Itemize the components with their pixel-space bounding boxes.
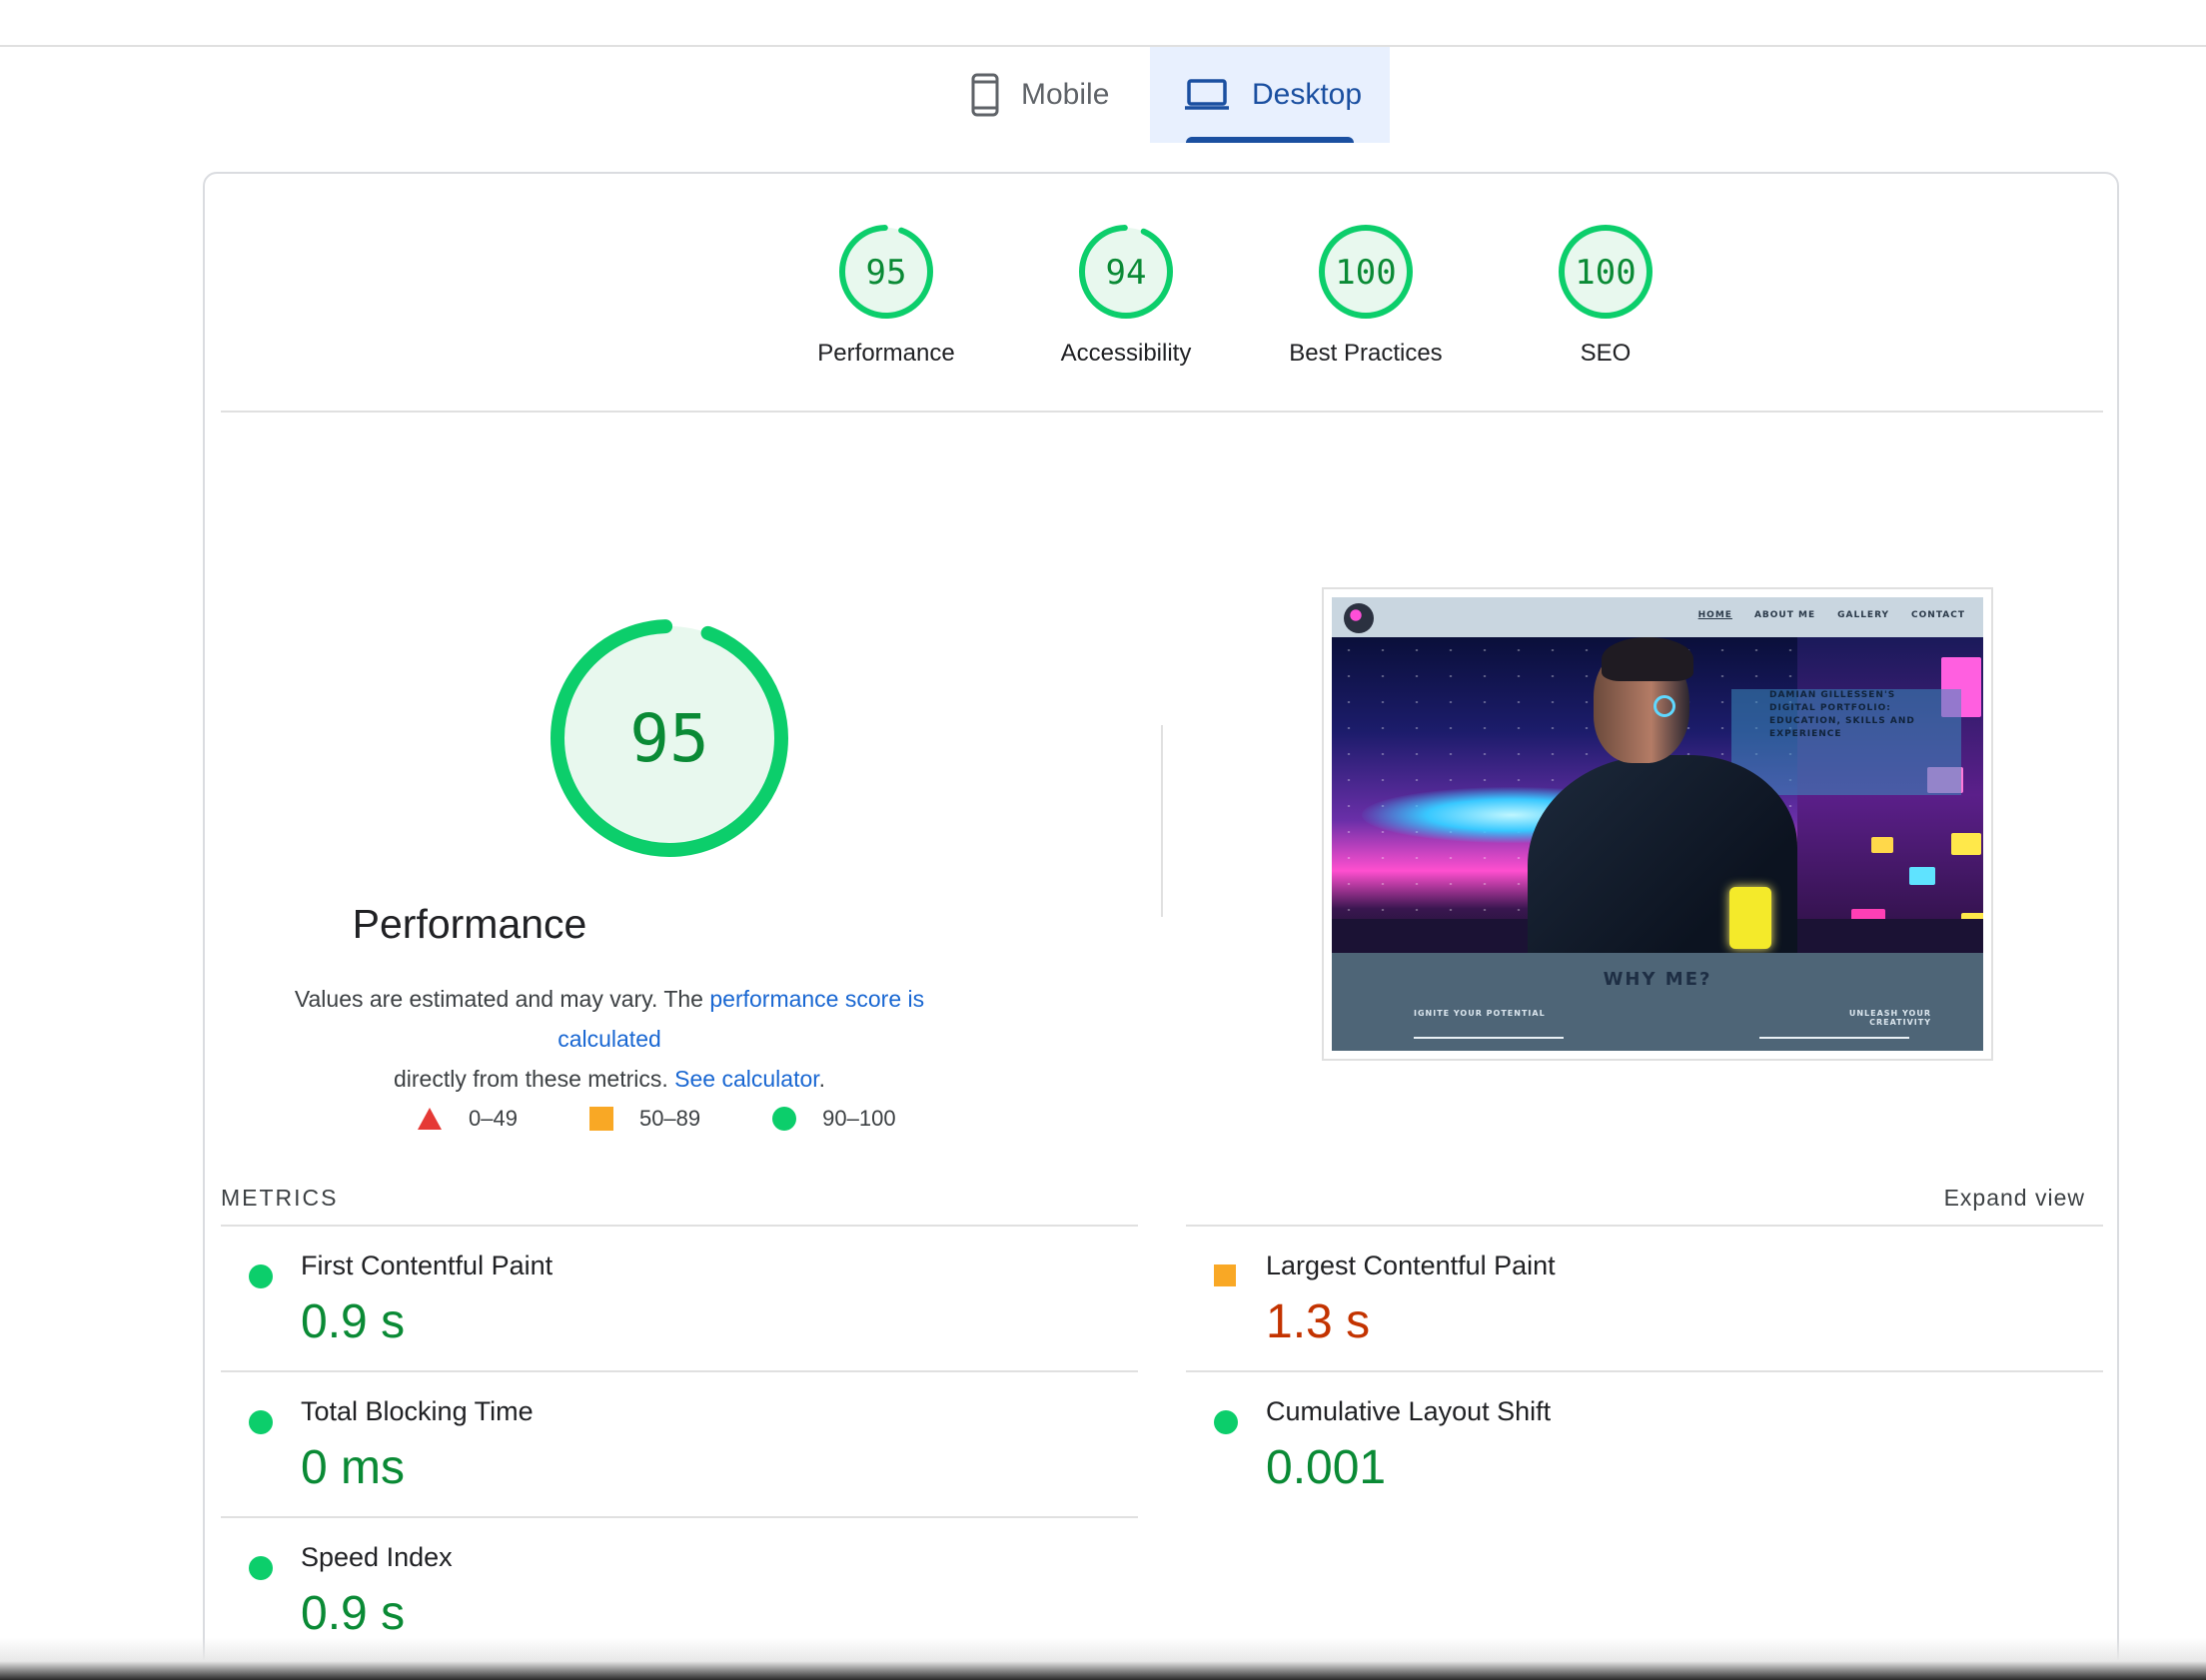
gauge-best-practices-label: Best Practices [1289, 340, 1443, 367]
gauge-accessibility-score: 94 [1106, 253, 1147, 293]
pass-circle-icon [249, 1264, 273, 1288]
metric-value: 0.9 s [301, 1295, 406, 1348]
gauge-seo-ring: 100 [1559, 225, 1653, 319]
circle-icon [772, 1107, 797, 1131]
pass-circle-icon [1214, 1410, 1238, 1434]
triangle-icon [417, 1107, 443, 1131]
metric-label: First Contentful Paint [301, 1251, 553, 1280]
screenshot-frame: HOME ABOUT ME GALLERY CONTACT DAMIAN GIL… [1332, 597, 1983, 1051]
smartphone-icon [971, 73, 999, 117]
pass-circle-icon [249, 1410, 273, 1434]
metric-total-blocking-time: Total Blocking Time 0 ms [221, 1370, 1138, 1516]
gauge-seo-label: SEO [1580, 340, 1632, 367]
report-card: 95 Performance 94 Accessibility 100 Best… [203, 172, 2119, 1680]
metrics-header: METRICS Expand view [221, 1179, 2103, 1219]
metric-largest-contentful-paint: Largest Contentful Paint 1.3 s [1186, 1225, 2103, 1370]
laptop-icon [1184, 79, 1230, 111]
metric-value: 1.3 s [1266, 1295, 1371, 1348]
avatar [1344, 603, 1374, 633]
legend-pass-range: 90–100 [822, 1106, 896, 1131]
tab-desktop-label: Desktop [1252, 78, 1363, 111]
description-text-end: . [818, 1066, 826, 1092]
gauge-performance-score: 95 [866, 253, 907, 293]
page-screenshot[interactable]: HOME ABOUT ME GALLERY CONTACT DAMIAN GIL… [1322, 587, 1993, 1061]
screenshot-nav-gallery: GALLERY [1837, 610, 1890, 620]
category-gauges: 95 Performance 94 Accessibility 100 Best… [205, 174, 2117, 414]
legend-average: 50–89 [588, 1106, 701, 1132]
tab-mobile-label: Mobile [1021, 78, 1110, 111]
metric-label: Total Blocking Time [301, 1396, 534, 1426]
average-square-icon [1214, 1264, 1236, 1286]
screenshot-navbar: HOME ABOUT ME GALLERY CONTACT [1332, 597, 1983, 637]
performance-gauge-ring: 95 [551, 619, 788, 857]
gauge-performance-ring: 95 [839, 225, 933, 319]
gauge-seo-score: 100 [1575, 253, 1636, 293]
device-tabs: Mobile Desktop [0, 47, 2206, 143]
screenshot-nav-contact: CONTACT [1911, 610, 1965, 620]
screenshot-sub-right: UNLEASH YOUR CREATIVITY [1848, 1009, 1931, 1027]
metric-cumulative-layout-shift: Cumulative Layout Shift 0.001 [1186, 1370, 2103, 1516]
legend-pass: 90–100 [772, 1106, 896, 1132]
screenshot-nav-home: HOME [1697, 610, 1732, 620]
metric-value: 0.001 [1266, 1441, 1387, 1494]
square-icon [588, 1107, 613, 1131]
legend-average-range: 50–89 [638, 1106, 701, 1131]
screenshot-nav-about: ABOUT ME [1753, 610, 1816, 620]
gauge-performance-label: Performance [817, 340, 955, 367]
performance-score: 95 [629, 700, 708, 777]
gauge-accessibility[interactable]: 94 Accessibility [1006, 222, 1246, 368]
metric-label: Cumulative Layout Shift [1266, 1396, 1552, 1426]
screenshot-hero-text: DAMIAN GILLESSEN'S DIGITAL PORTFOLIO: ED… [1769, 690, 1915, 739]
gauge-best-practices-score: 100 [1335, 253, 1396, 293]
description-text-start: Values are estimated and may vary. The [294, 986, 710, 1012]
tab-mobile[interactable]: Mobile [959, 47, 1151, 143]
gauge-best-practices-ring: 100 [1319, 225, 1413, 319]
metric-first-contentful-paint: First Contentful Paint 0.9 s [221, 1225, 1138, 1370]
pass-circle-icon [249, 1556, 273, 1580]
tab-desktop[interactable]: Desktop [1150, 47, 1390, 143]
screenshot-sub-left: IGNITE YOUR POTENTIAL [1414, 1009, 1546, 1018]
metrics-column-left: First Contentful Paint 0.9 s Total Block… [221, 1225, 1138, 1662]
performance-title: Performance [352, 901, 587, 947]
metrics-column-right: Largest Contentful Paint 1.3 s Cumulativ… [1186, 1225, 2103, 1516]
screenshot-why-heading: WHY ME? [1603, 969, 1712, 990]
metrics-title: METRICS [221, 1185, 339, 1211]
metric-label: Largest Contentful Paint [1266, 1251, 1556, 1280]
gauges-divider [221, 411, 2103, 413]
description-text-middle: directly from these metrics. [393, 1066, 675, 1092]
metric-label: Speed Index [301, 1542, 453, 1572]
screenshot-nav-links: HOME ABOUT ME GALLERY CONTACT [1676, 610, 1965, 620]
legend-fail-range: 0–49 [469, 1106, 518, 1131]
gauge-accessibility-label: Accessibility [1060, 340, 1192, 367]
performance-description: Values are estimated and may vary. The p… [245, 979, 974, 1099]
top-bar [0, 0, 2206, 47]
metric-value: 0.9 s [301, 1587, 406, 1640]
see-calculator-link[interactable]: See calculator [674, 1066, 818, 1092]
window-bottom-edge [0, 1638, 2206, 1680]
performance-gauge: 95 [545, 613, 794, 868]
expand-view-toggle[interactable]: Expand view [1944, 1185, 2085, 1212]
metric-value: 0 ms [301, 1441, 406, 1494]
score-legend: 0–49 50–89 90–100 [417, 1101, 968, 1137]
active-tab-indicator [1186, 137, 1354, 143]
gauge-performance[interactable]: 95 Performance [766, 222, 1006, 368]
legend-fail: 0–49 [417, 1106, 518, 1132]
screenshot-hero-image [1332, 637, 1983, 953]
gauge-best-practices[interactable]: 100 Best Practices [1246, 222, 1486, 368]
vertical-divider [1161, 725, 1163, 917]
gauge-accessibility-ring: 94 [1079, 225, 1173, 319]
gauge-seo[interactable]: 100 SEO [1486, 222, 1725, 368]
